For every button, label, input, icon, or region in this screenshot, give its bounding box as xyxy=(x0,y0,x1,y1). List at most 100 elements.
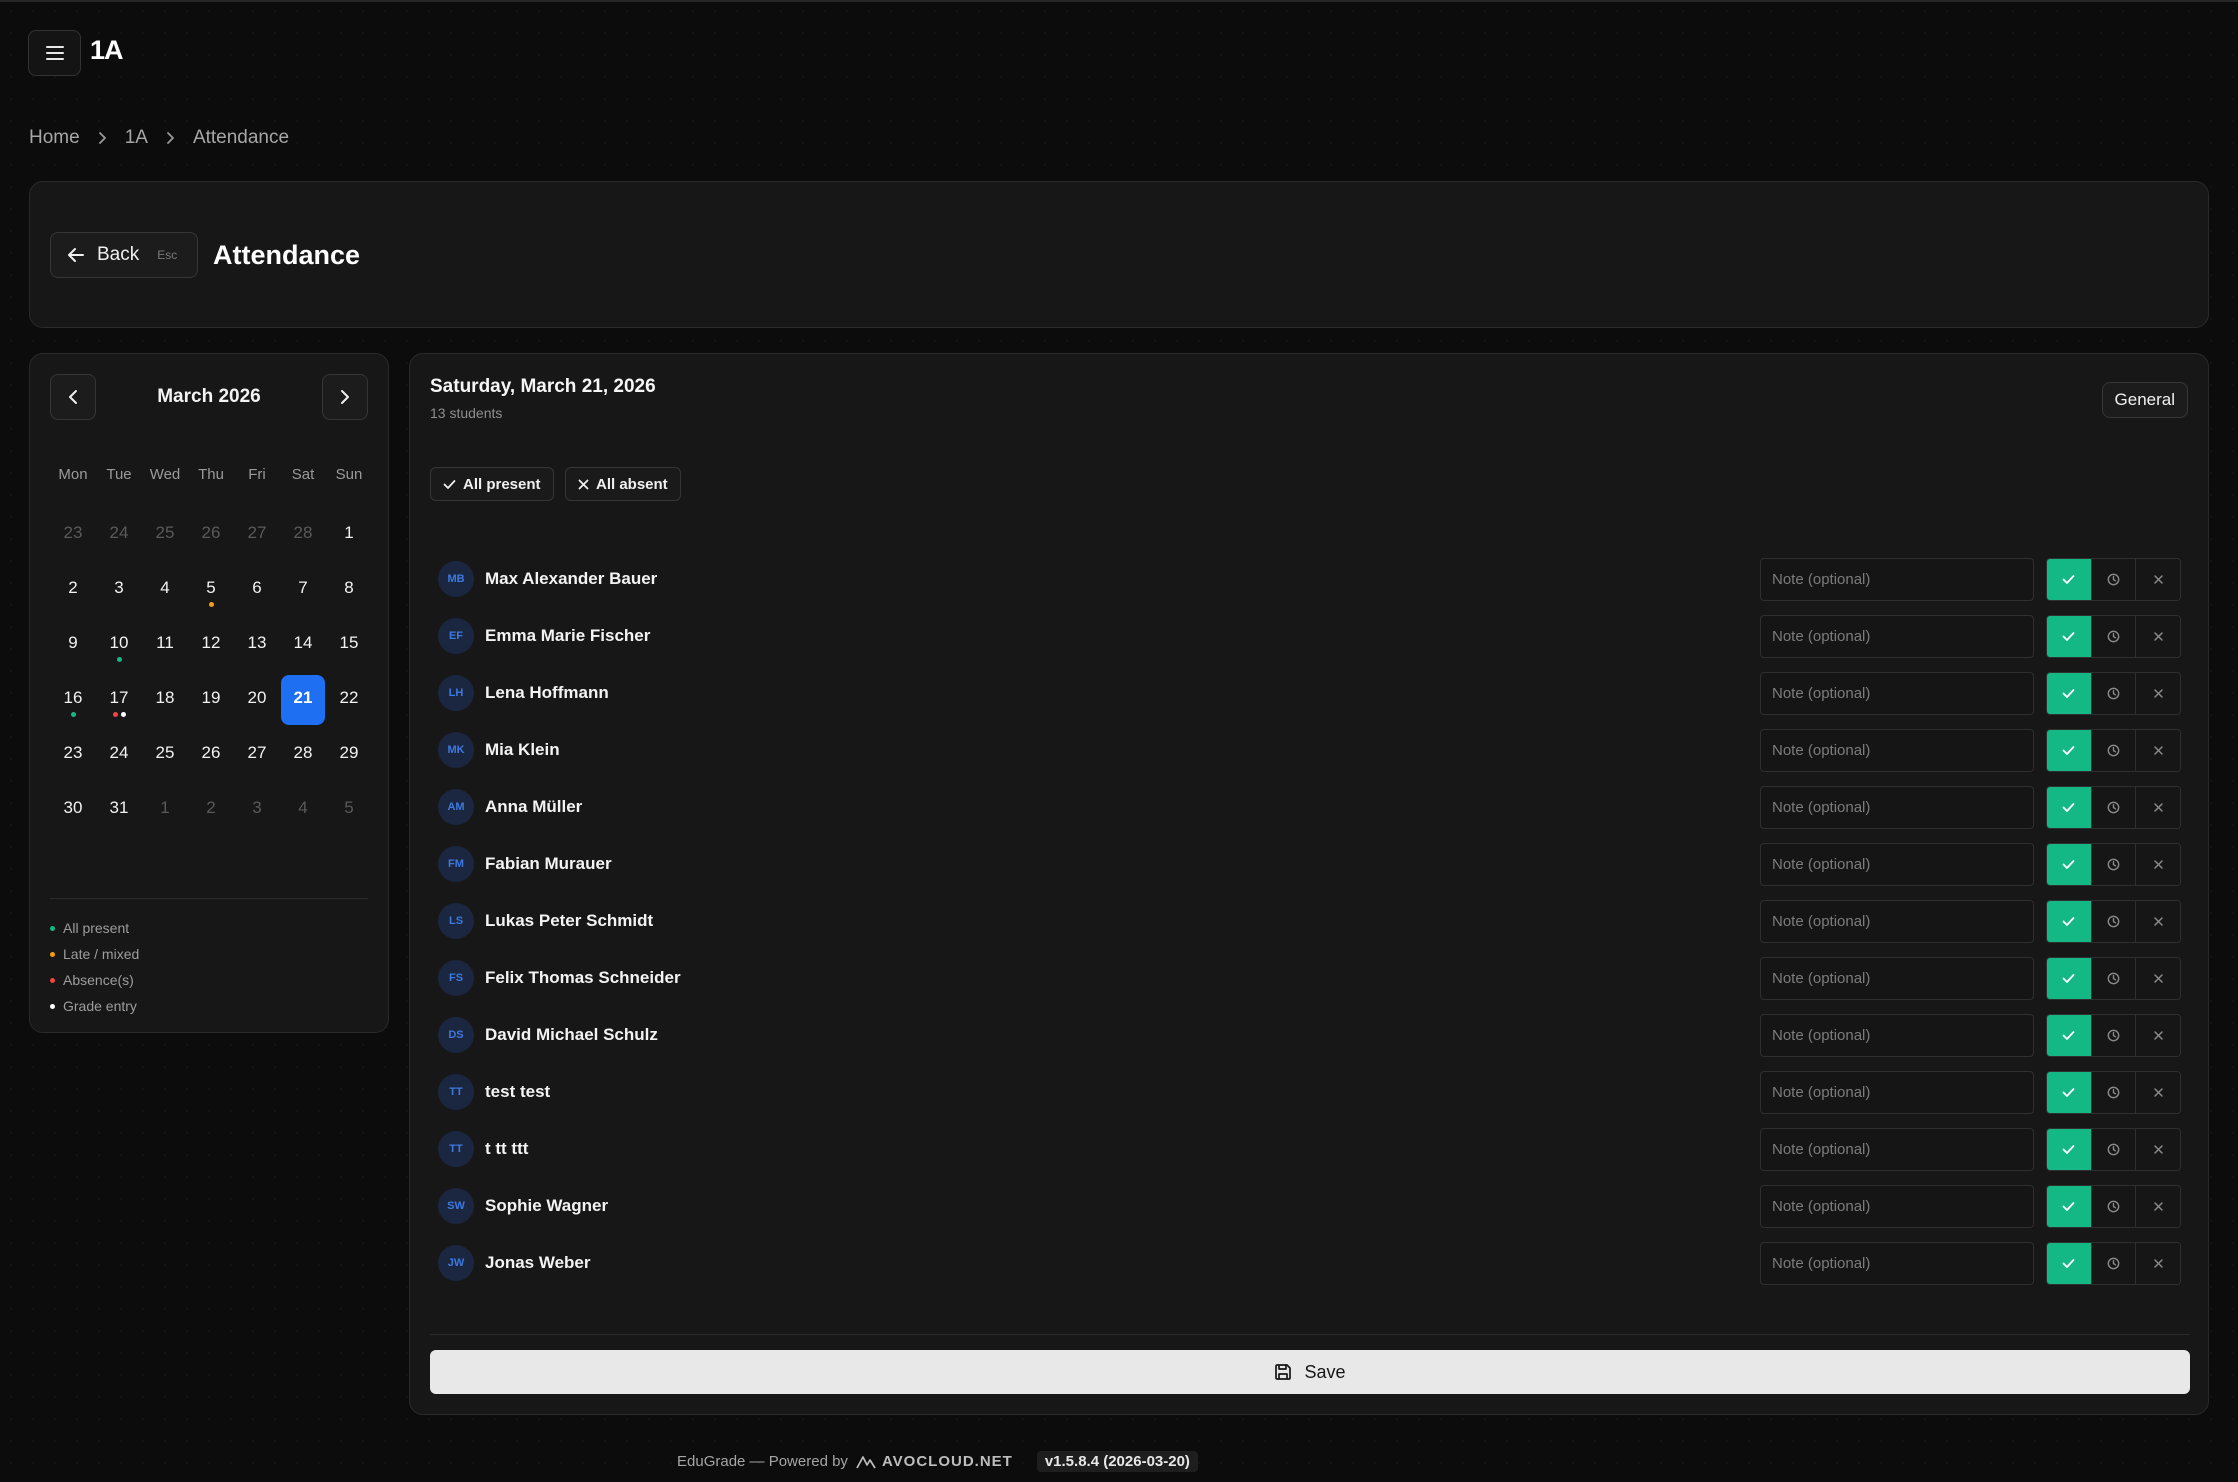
calendar-day[interactable]: 26 xyxy=(189,510,233,560)
mark-present-button[interactable] xyxy=(2047,1129,2091,1170)
breadcrumb-home[interactable]: Home xyxy=(29,127,80,149)
calendar-day[interactable]: 6 xyxy=(235,565,279,615)
mark-present-button[interactable] xyxy=(2047,559,2091,600)
mark-present-button[interactable] xyxy=(2047,844,2091,885)
mark-present-button[interactable] xyxy=(2047,730,2091,771)
mark-late-button[interactable] xyxy=(2090,559,2136,600)
calendar-day[interactable]: 2 xyxy=(189,785,233,835)
mark-absent-button[interactable] xyxy=(2135,730,2180,771)
mark-late-button[interactable] xyxy=(2090,787,2136,828)
calendar-day[interactable]: 31 xyxy=(97,785,141,835)
calendar-day[interactable]: 19 xyxy=(189,675,233,725)
calendar-day[interactable]: 30 xyxy=(51,785,95,835)
calendar-day[interactable]: 1 xyxy=(143,785,187,835)
note-input[interactable] xyxy=(1760,1071,2034,1114)
calendar-day[interactable]: 13 xyxy=(235,620,279,670)
mark-late-button[interactable] xyxy=(2090,616,2136,657)
all-present-button[interactable]: All present xyxy=(430,467,554,501)
calendar-day[interactable]: 4 xyxy=(143,565,187,615)
mark-absent-button[interactable] xyxy=(2135,673,2180,714)
mark-present-button[interactable] xyxy=(2047,958,2091,999)
mark-present-button[interactable] xyxy=(2047,1186,2091,1227)
calendar-day[interactable]: 1 xyxy=(327,510,371,560)
mark-absent-button[interactable] xyxy=(2135,559,2180,600)
mark-absent-button[interactable] xyxy=(2135,616,2180,657)
calendar-day[interactable]: 20 xyxy=(235,675,279,725)
subject-selector-button[interactable]: General xyxy=(2101,382,2188,418)
calendar-day[interactable]: 27 xyxy=(235,510,279,560)
note-input[interactable] xyxy=(1760,1185,2034,1228)
calendar-day[interactable]: 9 xyxy=(51,620,95,670)
calendar-day[interactable]: 3 xyxy=(235,785,279,835)
mark-absent-button[interactable] xyxy=(2135,901,2180,942)
note-input[interactable] xyxy=(1760,1014,2034,1057)
mark-late-button[interactable] xyxy=(2090,1129,2136,1170)
calendar-day[interactable]: 3 xyxy=(97,565,141,615)
avocloud-link[interactable]: AVOCLOUD.NET xyxy=(856,1453,1013,1470)
mark-present-button[interactable] xyxy=(2047,787,2091,828)
note-input[interactable] xyxy=(1760,1242,2034,1285)
calendar-day[interactable]: 25 xyxy=(143,730,187,780)
note-input[interactable] xyxy=(1760,843,2034,886)
calendar-day[interactable]: 2 xyxy=(51,565,95,615)
mark-late-button[interactable] xyxy=(2090,1072,2136,1113)
calendar-day[interactable]: 22 xyxy=(327,675,371,725)
calendar-day[interactable]: 5 xyxy=(189,565,233,615)
note-input[interactable] xyxy=(1760,957,2034,1000)
mark-present-button[interactable] xyxy=(2047,1243,2091,1284)
note-input[interactable] xyxy=(1760,900,2034,943)
menu-button[interactable] xyxy=(28,30,81,76)
calendar-day[interactable]: 28 xyxy=(281,730,325,780)
mark-absent-button[interactable] xyxy=(2135,1243,2180,1284)
calendar-day[interactable]: 17 xyxy=(97,675,141,725)
calendar-day[interactable]: 7 xyxy=(281,565,325,615)
mark-absent-button[interactable] xyxy=(2135,787,2180,828)
mark-present-button[interactable] xyxy=(2047,1072,2091,1113)
mark-late-button[interactable] xyxy=(2090,730,2136,771)
save-button[interactable]: Save xyxy=(430,1350,2190,1394)
calendar-day[interactable]: 10 xyxy=(97,620,141,670)
note-input[interactable] xyxy=(1760,1128,2034,1171)
mark-absent-button[interactable] xyxy=(2135,844,2180,885)
calendar-day[interactable]: 8 xyxy=(327,565,371,615)
calendar-day[interactable]: 14 xyxy=(281,620,325,670)
breadcrumb-class[interactable]: 1A xyxy=(125,127,148,149)
calendar-day[interactable]: 24 xyxy=(97,730,141,780)
mark-absent-button[interactable] xyxy=(2135,1015,2180,1056)
mark-late-button[interactable] xyxy=(2090,1186,2136,1227)
calendar-day[interactable]: 18 xyxy=(143,675,187,725)
calendar-day[interactable]: 27 xyxy=(235,730,279,780)
calendar-day[interactable]: 23 xyxy=(51,730,95,780)
calendar-day[interactable]: 15 xyxy=(327,620,371,670)
mark-late-button[interactable] xyxy=(2090,1243,2136,1284)
mark-late-button[interactable] xyxy=(2090,958,2136,999)
app-logo[interactable]: 1A xyxy=(90,35,124,66)
mark-present-button[interactable] xyxy=(2047,616,2091,657)
calendar-day[interactable]: 28 xyxy=(281,510,325,560)
note-input[interactable] xyxy=(1760,786,2034,829)
mark-present-button[interactable] xyxy=(2047,673,2091,714)
calendar-day[interactable]: 11 xyxy=(143,620,187,670)
calendar-day[interactable]: 26 xyxy=(189,730,233,780)
mark-absent-button[interactable] xyxy=(2135,1129,2180,1170)
mark-late-button[interactable] xyxy=(2090,901,2136,942)
calendar-day[interactable]: 25 xyxy=(143,510,187,560)
next-month-button[interactable] xyxy=(322,374,368,420)
mark-absent-button[interactable] xyxy=(2135,1072,2180,1113)
mark-late-button[interactable] xyxy=(2090,673,2136,714)
calendar-day[interactable]: 23 xyxy=(51,510,95,560)
mark-absent-button[interactable] xyxy=(2135,1186,2180,1227)
note-input[interactable] xyxy=(1760,729,2034,772)
calendar-day[interactable]: 4 xyxy=(281,785,325,835)
mark-late-button[interactable] xyxy=(2090,1015,2136,1056)
calendar-day[interactable]: 29 xyxy=(327,730,371,780)
back-button[interactable]: Back Esc xyxy=(50,232,198,278)
mark-present-button[interactable] xyxy=(2047,901,2091,942)
mark-late-button[interactable] xyxy=(2090,844,2136,885)
calendar-day[interactable]: 5 xyxy=(327,785,371,835)
mark-absent-button[interactable] xyxy=(2135,958,2180,999)
previous-month-button[interactable] xyxy=(50,374,96,420)
calendar-day-selected[interactable]: 21 xyxy=(281,675,325,725)
calendar-day[interactable]: 12 xyxy=(189,620,233,670)
note-input[interactable] xyxy=(1760,615,2034,658)
